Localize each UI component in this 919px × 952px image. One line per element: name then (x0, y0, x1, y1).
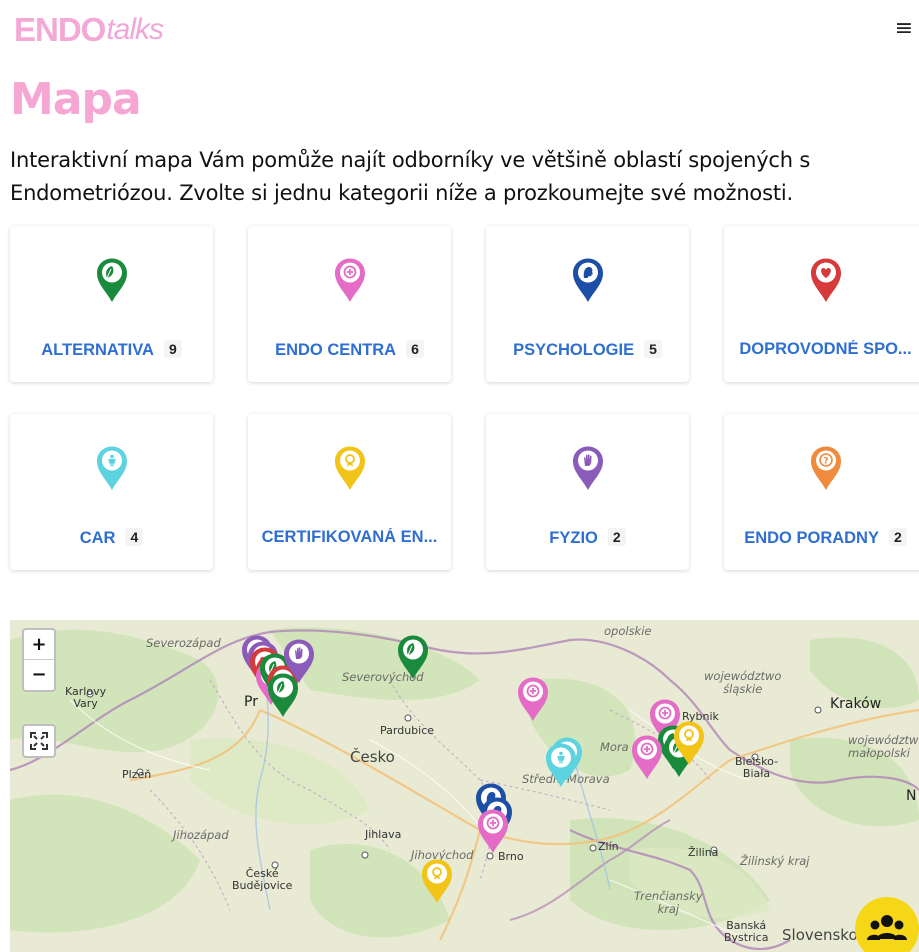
leaf-pin-icon (96, 258, 127, 302)
category-name: ENDO CENTRA (275, 341, 397, 359)
map-label-pardubice: Pardubice (380, 724, 435, 737)
community-button[interactable] (855, 897, 919, 952)
map-marker-medical-cross[interactable] (476, 808, 510, 854)
medical-cross-pin-icon (334, 258, 365, 302)
category-card-3[interactable]: DOPROVODNÉ SPO... (724, 226, 919, 382)
category-name: PSYCHOLOGIE (513, 341, 635, 359)
map-label-bielsko: Bielsko- Biała (735, 755, 779, 780)
category-label: ENDO PORADNY 2 (724, 528, 919, 548)
map-marker-leaf[interactable] (396, 634, 430, 680)
map-pin-icon (674, 721, 704, 765)
map-label-krakow: Kraków (830, 696, 882, 712)
intro-text: Interaktivní mapa Vám pomůže najít odbor… (10, 148, 811, 205)
map-label-slaskie: województwo śląskie (704, 669, 782, 696)
map-pin-icon (546, 743, 576, 787)
category-name: CERTIFIKOVANÁ EN... (261, 528, 438, 546)
category-label: FYZIO 2 (486, 528, 689, 548)
map-label-trencin: Trenčiansky kraj (634, 889, 703, 916)
category-name: DOPROVODNÉ SPO... (739, 340, 912, 358)
category-label: ALTERNATIVA 9 (10, 340, 213, 360)
category-card-0[interactable]: ALTERNATIVA 9 (10, 226, 213, 382)
svg-text:?: ? (823, 457, 828, 467)
map-marker-hand[interactable] (282, 638, 316, 684)
map-label-karlovy-vary: Karlovy Vary (65, 685, 107, 710)
map-label-opolskie: opolskie (604, 624, 652, 638)
map-marker-certificate[interactable] (420, 858, 454, 904)
community-icon (867, 915, 907, 940)
head-pin-icon (572, 258, 603, 302)
logo-endo: ENDO (14, 11, 106, 48)
category-name: CAR (79, 529, 116, 547)
person-pin-icon (96, 446, 127, 490)
map-base[interactable] (10, 620, 919, 952)
map-label-zilinsky: Žilinský kraj (740, 854, 810, 868)
certificate-pin-icon (334, 446, 365, 490)
map-pin-icon (284, 639, 314, 683)
category-card-1[interactable]: ENDO CENTRA 6 (248, 226, 451, 382)
fullscreen-icon[interactable] (22, 724, 56, 758)
category-label: PSYCHOLOGIE 5 (486, 340, 689, 360)
map-label-slovensko: Slovensko (782, 926, 858, 944)
map-label-n: N (906, 788, 917, 804)
page-title: Mapa (10, 74, 142, 125)
category-count-badge: 4 (125, 528, 144, 546)
category-name: ALTERNATIVA (41, 341, 154, 359)
map-pin-icon (398, 635, 428, 679)
heart-pin-icon (810, 258, 841, 302)
map-label-malopolskie: województw małopolski (848, 733, 919, 760)
category-count-badge: 2 (607, 528, 626, 546)
zoom-out-button[interactable]: − (24, 660, 54, 690)
map-label-ceske-budejovice: České Budějovice (232, 867, 293, 892)
category-card-5[interactable]: CERTIFIKOVANÁ EN... (248, 414, 451, 570)
map-pin-icon (518, 677, 548, 721)
category-card-7[interactable]: ? ENDO PORADNY 2 (724, 414, 919, 570)
fullscreen-glyph (30, 732, 48, 750)
category-card-2[interactable]: PSYCHOLOGIE 5 (486, 226, 689, 382)
category-card-6[interactable]: FYZIO 2 (486, 414, 689, 570)
category-count-badge: 9 (163, 340, 182, 358)
map-marker-medical-cross[interactable] (516, 676, 550, 722)
map-label-severozapad: Severozápad (146, 636, 221, 650)
category-count-badge: 6 (406, 340, 424, 358)
category-label: CERTIFIKOVANÁ EN... (248, 528, 451, 547)
category-count-badge: 5 (644, 340, 662, 358)
category-card-4[interactable]: CAR 4 (10, 414, 213, 570)
map-label-zilina: Žilina (688, 846, 719, 859)
map-label-zlin: Zlín (598, 840, 619, 853)
map-pin-icon (632, 735, 662, 779)
map-pin-icon (422, 859, 452, 903)
map-marker-certificate[interactable] (672, 720, 706, 766)
zoom-control: + − (22, 628, 56, 692)
category-label: DOPROVODNÉ SPO... (724, 340, 919, 359)
logo[interactable]: ENDO talks (14, 10, 164, 50)
category-label: CAR 4 (10, 528, 213, 548)
zoom-in-button[interactable]: + (24, 630, 54, 660)
category-name: ENDO PORADNY (744, 529, 879, 547)
map-label-jihozapad: Jihozápad (173, 828, 229, 842)
map-label-plzen: Plzeň (122, 768, 152, 781)
map-label-banska: Banská Bystrica (724, 919, 769, 944)
map-marker-medical-cross[interactable] (630, 734, 664, 780)
category-count-badge: 2 (888, 528, 907, 546)
hand-pin-icon (572, 446, 603, 490)
map-label-cesko: Česko (350, 748, 395, 766)
map-label-morava: Mora (600, 740, 629, 754)
map-label-jihlava: Jihlava (365, 828, 402, 841)
logo-talks: talks (106, 13, 164, 46)
hamburger-menu-icon[interactable]: ≡ (893, 18, 915, 40)
map-pin-icon (478, 809, 508, 853)
map-marker-person[interactable] (544, 742, 578, 788)
question-pin-icon: ? (810, 446, 841, 490)
category-label: ENDO CENTRA 6 (248, 340, 451, 360)
map[interactable]: Severozápad Severovýchod Karlovy Vary Pr… (10, 620, 919, 952)
category-name: FYZIO (549, 529, 598, 547)
